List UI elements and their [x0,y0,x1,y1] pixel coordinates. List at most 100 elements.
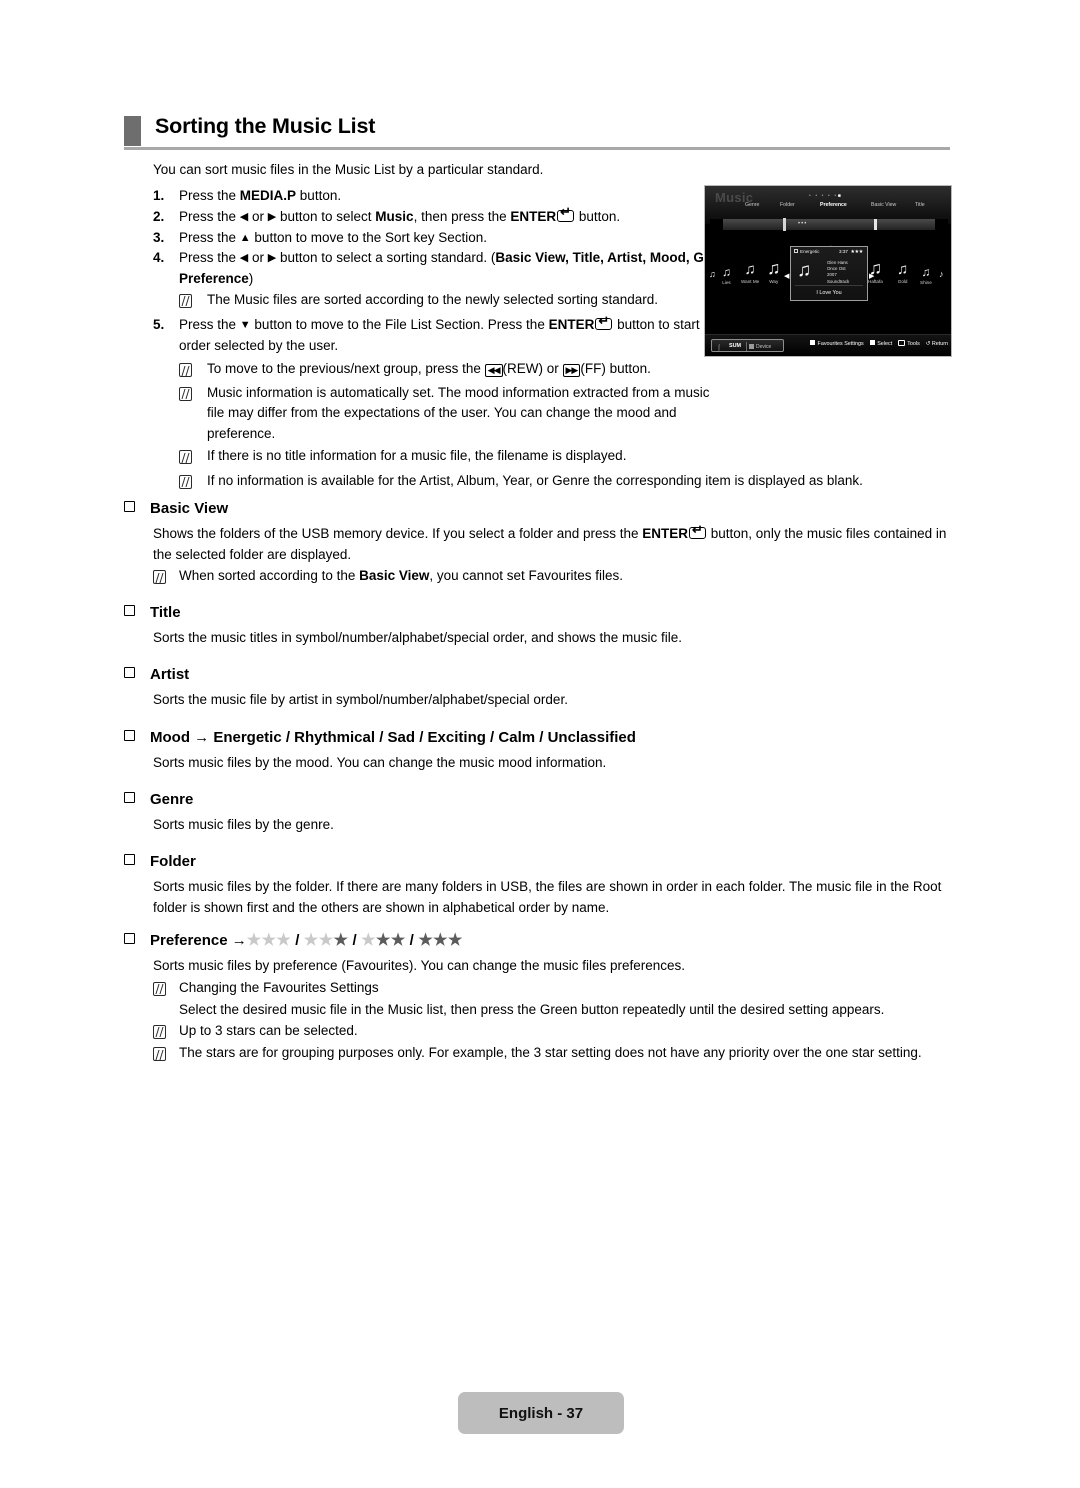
tv-action-favourites[interactable]: Favourites Settings [818,341,864,347]
section-heading: Artist [124,666,954,683]
tools-icon [898,340,906,346]
tv-popup-duration: 3:37 [839,249,848,254]
note-music-info: Music information is automatically set. … [179,383,729,445]
tv-carousel-item-gold[interactable]: ♫ Gold [897,262,908,284]
note-no-title: If there is no title information for a m… [179,446,899,469]
page-number-label: English - 37 [498,1404,584,1422]
tv-carousel-item-shine[interactable]: ♫ Shine [920,266,932,285]
step-2: 2. Press the ◀ or ▶ button to select Mus… [153,205,713,228]
tv-carousel-label: Lies [722,280,731,285]
tv-popup-top-row: Energetic 3:37 ★★★ [794,249,864,257]
tv-action-return[interactable]: Return [932,341,948,347]
section-heading: Preference → ★★★ / ★★★ / ★★★ / ★★★ [124,932,954,949]
note-text: Changing the Favourites Settings [179,979,379,995]
tv-device-label[interactable]: Device [756,344,771,350]
tv-popup-meta: Glen Hans Once Ost 2007 Soundtrack [827,260,849,285]
intro-text: You can sort music files in the Music Li… [153,162,544,177]
tv-bar-separator [874,219,877,230]
memo-icon [179,383,207,445]
note-ff-label: (FF) [580,361,606,377]
tv-carousel-label: Way [769,279,779,284]
tv-carousel-item-want-me[interactable]: ♫ Want Me [741,262,759,284]
tv-carousel-item-edge-right[interactable]: ♪ [939,270,944,279]
tv-page-dots: • • • • •■ [809,193,842,199]
tv-sort-preference[interactable]: Preference [820,202,847,208]
section-title: Title Sorts the music titles in symbol/n… [124,604,954,649]
section-paragraph: Shows the folders of the USB memory devi… [153,523,954,565]
bv-note-a: When sorted according to the [179,568,360,583]
section-preference: Preference → ★★★ / ★★★ / ★★★ / ★★★ Sorts music… [124,932,954,1066]
tv-action-tools[interactable]: Tools [907,341,920,347]
star-empty-icon: ★ [303,932,319,949]
step-1-part-b: button. [296,188,342,203]
tv-action-select[interactable]: Select [877,341,892,347]
tv-bar-right-cap [935,219,948,230]
tv-device-name: SUM [729,343,741,350]
tv-sort-title[interactable]: Title [915,202,925,208]
tv-sort-genre[interactable]: Genre [745,202,759,208]
tv-carousel-item-lies[interactable]: ♫ Lies [722,266,731,285]
step-text: Press the MEDIA.P button. [179,186,713,207]
step-text: Press the ◀ or ▶ button to select Music,… [179,205,713,228]
tv-chevron-left-icon[interactable]: ◀ [784,272,789,280]
header-rule [124,147,950,150]
tv-page-dot-active: ■ [837,193,843,199]
note-text: If no information is available for the A… [207,472,863,488]
star-group-3: ★★★ [361,932,406,949]
section-notes: Changing the Favourites Settings Select … [153,978,954,1066]
tv-chevron-right-icon[interactable]: ▶ [869,272,874,280]
star-empty-icon: ★ [276,932,292,949]
steps-list: 1. Press the MEDIA.P button. 2. Press th… [153,186,863,493]
section-artist: Artist Sorts the music file by artist in… [124,666,954,711]
star-filled-icon: ★ [390,932,406,949]
step-1-key: MEDIA.P [239,188,297,203]
tv-popup-mood: Energetic [794,249,819,254]
document-page: Sorting the Music List You can sort musi… [0,0,1080,1488]
section-paragraph: Sorts music files by the mood. You can c… [153,755,607,770]
bullet-square-icon [124,667,135,678]
section-paragraph: Sorts music files by the genre. [153,817,334,832]
note-rew-ff: To move to the previous/next group, pres… [179,359,859,382]
bv-para-a: Shows the folders of the USB memory devi… [153,526,643,541]
ff-button-icon: ▶▶ [562,364,581,378]
step-3-part-a: Press the [179,229,240,245]
enter-key-icon [557,205,575,222]
preference-star-groups: ★★★ / ★★★ / ★★★ / ★★★ [247,932,463,949]
star-empty-icon: ★ [361,932,376,949]
bullet-square-icon [124,501,135,512]
usb-icon: ⎰ [716,346,723,353]
tv-popup-genre: Soundtrack [827,278,850,284]
step-2-part-or: or [248,208,268,224]
tv-carousel-item-way[interactable]: ♫ Way [767,259,781,284]
star-group-separator: / [295,932,300,949]
bullet-square-icon [124,933,135,944]
step-1-part-a: Press the [179,188,240,203]
section-heading-label: Mood → Energetic / Rhythmical / Sad / Ex… [150,729,636,746]
section-header: Sorting the Music List [124,114,950,156]
tv-bar-cursor[interactable] [783,218,786,231]
tv-popup-divider [795,285,863,286]
section-mood: Mood → Energetic / Rhythmical / Sad / Ex… [124,729,954,774]
checkbox-icon[interactable] [794,249,798,253]
step-5-enter-label: ENTER [548,317,595,333]
step-1: 1. Press the MEDIA.P button. [153,186,713,207]
tv-device-box[interactable]: ⎰ SUM Device [711,339,784,352]
star-group-1: ★★★ [247,932,292,949]
note-text: If there is no title information for a m… [207,448,627,464]
tv-sort-folder[interactable]: Folder [780,202,795,208]
note-select-desired: Select the desired music file in the Mus… [179,1000,954,1021]
section-heading: Title [124,604,954,621]
note-grouping-purposes: The stars are for grouping purposes only… [153,1043,954,1066]
section-heading-label: Basic View [150,500,229,517]
step-number: 5. [153,317,165,333]
star-group-separator: / [409,932,415,949]
note-rew-or: or [543,361,563,377]
tv-scroll-bar[interactable]: ••• [710,218,948,231]
section-heading-label: Title [150,604,181,621]
step-2-part-d: button. [575,208,621,224]
tv-carousel-item-edge-left[interactable]: ♫ [709,270,716,279]
up-arrow-icon: ▲ [239,231,251,244]
section-basic-view: Basic View Shows the folders of the USB … [124,500,954,589]
tv-sort-basic-view[interactable]: Basic View [871,202,896,208]
memo-icon [153,1021,179,1044]
